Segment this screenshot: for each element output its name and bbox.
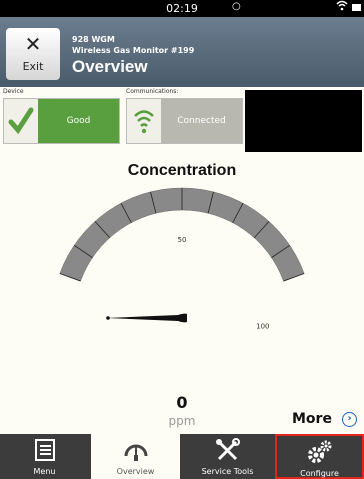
device-name: Wireless Gas Monitor #199 xyxy=(72,46,195,55)
tab-bar: Menu Overview Service Tools Configure xyxy=(0,434,364,479)
tab-service-tools[interactable]: Service Tools xyxy=(183,434,272,479)
more-link[interactable]: More xyxy=(292,411,332,427)
wifi-icon xyxy=(336,0,348,14)
chevron-right-circle-icon[interactable]: › xyxy=(342,412,357,427)
checkmark-icon xyxy=(4,99,38,143)
gears-icon xyxy=(307,440,331,463)
tab-label-overview: Overview xyxy=(116,467,155,476)
tab-configure[interactable]: Configure xyxy=(275,434,364,479)
device-status-tile[interactable]: Good xyxy=(3,98,120,144)
signal-dot-icon: ○ xyxy=(232,1,241,12)
page-title: Overview xyxy=(72,57,148,76)
battery-icon xyxy=(352,4,361,11)
tab-label-service-tools: Service Tools xyxy=(201,467,254,476)
communications-status-tile[interactable]: Connected xyxy=(126,98,243,144)
tab-label-configure: Configure xyxy=(300,469,339,478)
tools-icon xyxy=(215,438,240,461)
tab-overview[interactable]: Overview xyxy=(91,434,180,479)
status-row: Device Good Communications: Connected xyxy=(0,88,364,156)
gauge-icon xyxy=(124,444,147,461)
close-icon: ✕ xyxy=(24,32,42,56)
header: ✕ Exit 928 WGM Wireless Gas Monitor #199… xyxy=(0,17,364,87)
status-time: 02:19 xyxy=(166,2,198,15)
gauge-tick-label-100: 100 xyxy=(256,323,269,331)
status-bar: 02:19 ○ xyxy=(0,0,364,17)
reading-value: 0 xyxy=(176,393,188,412)
tab-menu[interactable]: Menu xyxy=(0,434,89,479)
gauge-tick-label-50: 50 xyxy=(178,236,187,244)
exit-label: Exit xyxy=(22,60,44,73)
black-panel xyxy=(245,90,362,152)
concentration-gauge: 50 100 xyxy=(59,187,305,331)
tab-label-menu: Menu xyxy=(33,467,56,476)
device-model: 928 WGM xyxy=(72,35,115,44)
gauge-needle xyxy=(106,313,187,323)
wifi-signal-icon xyxy=(127,99,161,143)
menu-list-icon xyxy=(34,439,55,461)
communications-status: Connected xyxy=(161,99,242,143)
device-status: Good xyxy=(38,99,119,143)
exit-button[interactable]: ✕ Exit xyxy=(6,28,60,80)
device-label: Device xyxy=(3,88,24,95)
communications-label: Communications: xyxy=(126,88,179,95)
gauge-title: Concentration xyxy=(127,162,237,179)
